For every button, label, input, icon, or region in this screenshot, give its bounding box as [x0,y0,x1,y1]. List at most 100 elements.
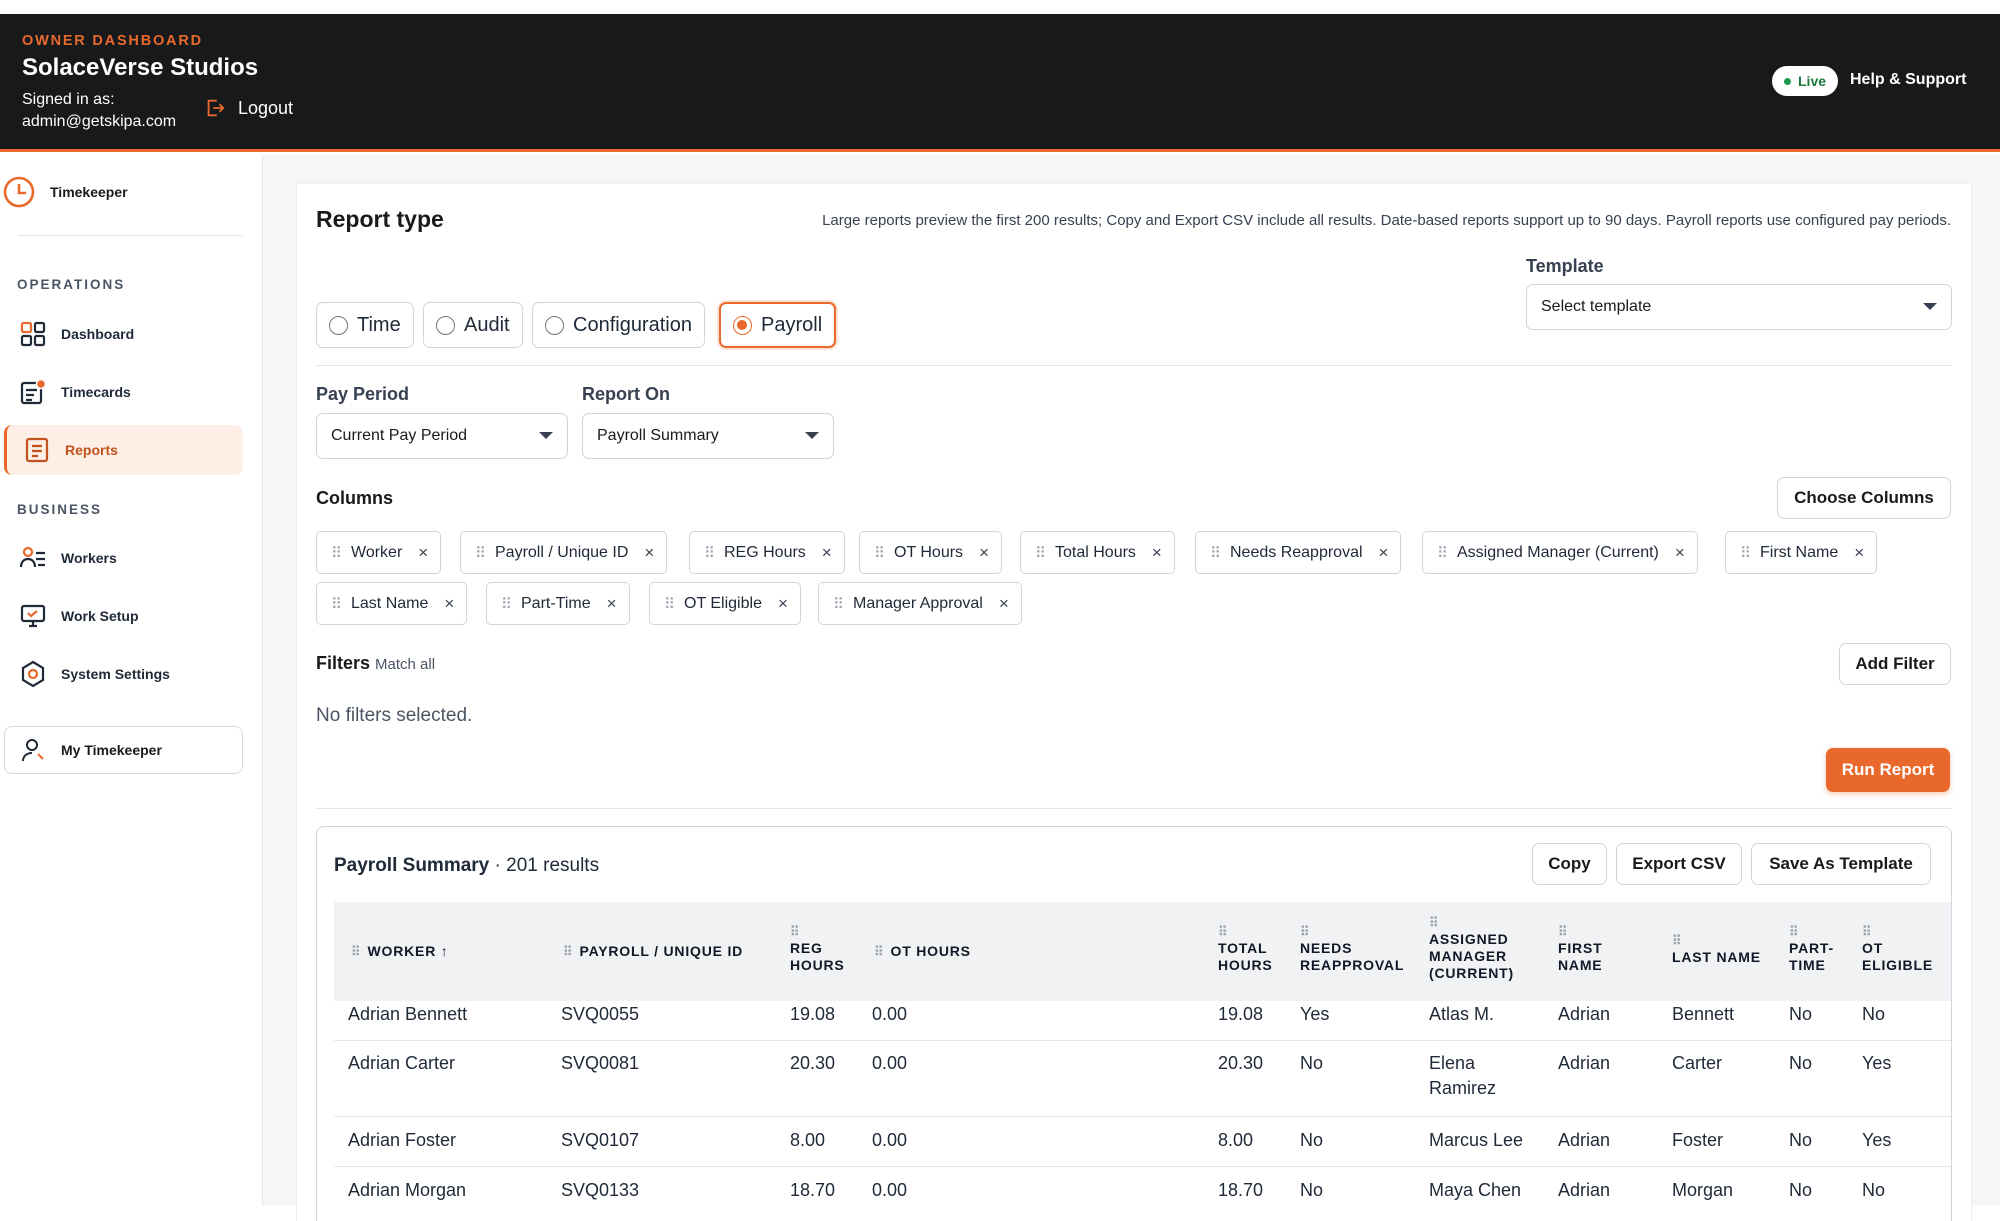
report-type-audit[interactable]: Audit [423,302,523,348]
save-as-template-button[interactable]: Save As Template [1751,843,1931,885]
drag-handle-icon[interactable]: ⠿ [664,595,675,613]
column-header-total-hours[interactable]: ⠿ TOTAL HOURS [1218,925,1273,974]
column-header-last-name[interactable]: ⠿ LAST NAME [1672,934,1761,966]
column-chip-reg-hours[interactable]: ⠿ REG Hours × [689,531,845,574]
drag-handle-icon[interactable]: ⠿ [1210,544,1221,562]
column-chip-first-name[interactable]: ⠿ First Name × [1725,531,1878,574]
choose-columns-button[interactable]: Choose Columns [1777,477,1951,519]
column-chip-label: REG Hours [724,543,806,561]
sidebar-item-work-setup[interactable]: Work Setup [4,591,243,641]
close-icon[interactable]: × [644,543,654,563]
close-icon[interactable]: × [822,543,832,563]
column-header-ot-eligible[interactable]: ⠿ OT ELIGIBLE [1862,925,1933,974]
copy-button[interactable]: Copy [1532,843,1607,885]
drag-handle-icon[interactable]: ⠿ [1218,925,1273,938]
column-chip-label: Part-Time [521,594,591,612]
close-icon[interactable]: × [418,543,428,563]
column-chip-manager-approval[interactable]: ⠿ Manager Approval × [818,582,1022,625]
column-chip-total-hours[interactable]: ⠿ Total Hours × [1020,531,1175,574]
column-chip-needs-reapproval[interactable]: ⠿ Needs Reapproval × [1195,531,1402,574]
logout-button[interactable]: Logout [204,97,293,119]
column-chip-worker[interactable]: ⠿ Worker × [316,531,442,574]
column-header-assigned-manager[interactable]: ⠿ ASSIGNED MANAGER (CURRENT) [1429,916,1514,982]
column-header-reg-hours[interactable]: ⠿ REG HOURS [790,925,845,974]
column-chip-label: Payroll / Unique ID [495,543,629,561]
sidebar-item-timecards[interactable]: Timecards [4,367,243,417]
sidebar-brand[interactable]: Timekeeper [2,175,128,209]
help-support-link[interactable]: Help & Support [1850,71,1966,89]
drag-handle-icon[interactable]: ⠿ [1558,925,1602,938]
my-timekeeper-button[interactable]: My Timekeeper [4,726,243,774]
drag-handle-icon[interactable]: ⠿ [1789,925,1834,938]
drag-handle-icon[interactable]: ⠿ [331,544,342,562]
drag-handle-icon[interactable]: ⠿ [874,544,885,562]
sidebar-item-system-settings[interactable]: System Settings [4,649,243,699]
drag-handle-icon[interactable]: ⠿ [1429,916,1514,929]
export-csv-button[interactable]: Export CSV [1616,843,1742,885]
sidebar-item-reports[interactable]: Reports [4,425,243,475]
run-report-button[interactable]: Run Report [1826,748,1950,792]
column-header-ot-hours[interactable]: ⠿ OT HOURS [874,943,971,960]
column-chip-ot-eligible[interactable]: ⠿ OT Eligible × [649,582,801,625]
column-chip-part-time[interactable]: ⠿ Part-Time × [486,582,630,625]
column-header-part-time[interactable]: ⠿ PART- TIME [1789,925,1834,974]
drag-handle-icon[interactable]: ⠿ [563,944,572,959]
drag-handle-icon[interactable]: ⠿ [331,595,342,613]
table-row[interactable]: Adrian Morgan SVQ0133 18.70 0.00 18.70 N… [334,1167,1951,1217]
drag-handle-icon[interactable]: ⠿ [475,544,486,562]
report-type-time[interactable]: Time [316,302,414,348]
column-chip-ot-hours[interactable]: ⠿ OT Hours × [859,531,1002,574]
close-icon[interactable]: × [1675,543,1685,563]
close-icon[interactable]: × [979,543,989,563]
column-chip-last-name[interactable]: ⠿ Last Name × [316,582,468,625]
close-icon[interactable]: × [444,594,454,614]
table-row[interactable]: Adrian Carter SVQ0081 20.30 0.00 20.30 N… [334,1041,1951,1117]
cell-last-name: Carter [1672,1053,1723,1073]
drag-handle-icon[interactable]: ⠿ [1740,544,1751,562]
pay-period-select[interactable]: Current Pay Period [316,413,568,459]
my-timekeeper-label: My Timekeeper [61,742,162,758]
column-header-first-name[interactable]: ⠿ FIRST NAME [1558,925,1603,974]
column-chip-payroll-id[interactable]: ⠿ Payroll / Unique ID × [460,531,668,574]
header-label: NAME [1558,957,1603,973]
report-type-payroll[interactable]: Payroll [719,302,837,348]
cell-total-hours: 19.08 [1218,1004,1264,1024]
column-header-needs-reapproval[interactable]: ⠿ NEEDS REAPPROVAL [1300,925,1404,974]
drag-handle-icon[interactable]: ⠿ [501,595,512,613]
column-header-worker[interactable]: ⠿ WORKER ↑ [351,943,449,960]
table-row[interactable]: Adrian Bennett SVQ0055 19.08 0.00 19.08 … [334,1001,1951,1041]
column-header-payroll-id[interactable]: ⠿ PAYROLL / UNIQUE ID [563,943,743,960]
drag-handle-icon[interactable]: ⠿ [1035,544,1046,562]
drag-handle-icon[interactable]: ⠿ [1437,544,1448,562]
add-filter-button[interactable]: Add Filter [1839,643,1951,685]
close-icon[interactable]: × [1854,543,1864,563]
drag-handle-icon[interactable]: ⠿ [1300,925,1404,938]
cell-payroll-id: SVQ0107 [561,1130,640,1150]
drag-handle-icon[interactable]: ⠿ [1862,925,1933,938]
report-type-configuration[interactable]: Configuration [532,302,705,348]
drag-handle-icon[interactable]: ⠿ [704,544,715,562]
cell-ot-hours: 0.00 [872,1053,908,1073]
column-chip-assigned-manager[interactable]: ⠿ Assigned Manager (Current) × [1422,531,1698,574]
drag-handle-icon[interactable]: ⠿ [351,944,360,959]
close-icon[interactable]: × [1152,543,1162,563]
drag-handle-icon[interactable]: ⠿ [833,595,844,613]
drag-handle-icon[interactable]: ⠿ [790,925,845,938]
cell-ot-eligible: Yes [1862,1053,1892,1073]
table-row[interactable]: Adrian Foster SVQ0107 8.00 0.00 8.00 No … [334,1117,1951,1167]
report-on-select[interactable]: Payroll Summary [582,413,834,459]
sidebar-item-workers[interactable]: Workers [4,533,243,583]
close-icon[interactable]: × [778,594,788,614]
drag-handle-icon[interactable]: ⠿ [874,944,883,959]
header-label: WORKER ↑ [367,943,449,959]
sidebar-divider [18,235,243,236]
cell-first-name: Adrian [1558,1180,1611,1200]
close-icon[interactable]: × [607,594,617,614]
cell-reg-hours: 8.00 [790,1130,826,1150]
close-icon[interactable]: × [1379,543,1389,563]
template-select[interactable]: Select template [1526,284,1952,330]
sidebar-item-dashboard[interactable]: Dashboard [4,309,243,359]
drag-handle-icon[interactable]: ⠿ [1672,934,1761,947]
close-icon[interactable]: × [999,594,1009,614]
column-chip-label: Worker [351,543,403,561]
